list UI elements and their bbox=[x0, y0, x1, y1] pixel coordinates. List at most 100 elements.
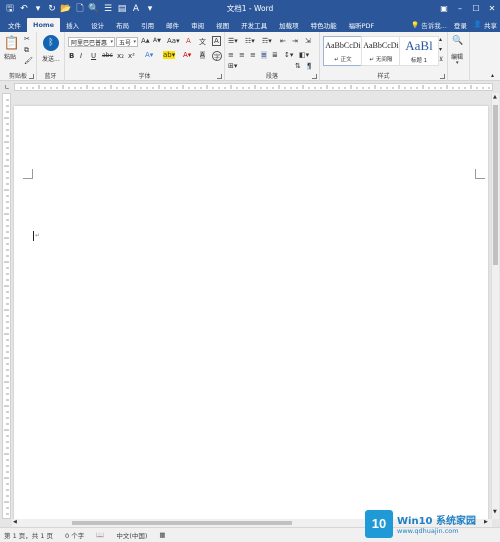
chinese-layout-icon[interactable]: ⇲ bbox=[305, 37, 311, 45]
tab-selector-icon[interactable]: ∟ bbox=[3, 83, 11, 91]
enclose-char-icon[interactable]: 字 bbox=[212, 51, 222, 61]
tab-2[interactable]: 插入 bbox=[60, 18, 85, 32]
phonetic-guide-icon[interactable]: 文 bbox=[199, 37, 206, 47]
paste-icon[interactable]: 📋 bbox=[4, 35, 20, 51]
tab-7[interactable]: 审阅 bbox=[185, 18, 210, 32]
proofing-icon[interactable]: 📖 bbox=[96, 531, 104, 539]
distributed-icon[interactable]: ≣ bbox=[272, 51, 278, 59]
dropdown-icon[interactable]: ▾ bbox=[31, 2, 45, 16]
maximize-icon[interactable]: ☐ bbox=[468, 0, 484, 17]
tab-6[interactable]: 邮件 bbox=[160, 18, 185, 32]
superscript-button[interactable]: x² bbox=[128, 52, 135, 60]
align-center-icon[interactable]: ≡ bbox=[239, 51, 245, 59]
format-icon[interactable]: ▤ bbox=[115, 2, 129, 16]
document-page[interactable]: ↵ bbox=[14, 106, 488, 519]
numbering-icon[interactable]: ☷▾ bbox=[245, 37, 255, 45]
style-item[interactable]: AaBl 标题 1 bbox=[399, 36, 439, 66]
tab-10[interactable]: 加载项 bbox=[273, 18, 305, 32]
font-size-select[interactable]: 五号 ▾ bbox=[116, 37, 138, 47]
tab-11[interactable]: 特色功能 bbox=[305, 18, 343, 32]
highlight-icon[interactable]: ab▾ bbox=[163, 51, 176, 59]
open-icon[interactable]: 📂 bbox=[59, 2, 73, 16]
underline-button[interactable]: U bbox=[91, 52, 96, 60]
scroll-thumb[interactable] bbox=[493, 105, 498, 265]
align-right-icon[interactable]: ≡ bbox=[250, 51, 256, 59]
language-status[interactable]: 中文(中国) bbox=[116, 530, 147, 540]
font-color-icon[interactable]: A bbox=[129, 2, 143, 16]
style-item[interactable]: AaBbCcDi ↵ 正文 bbox=[323, 36, 363, 66]
paragraph-launcher[interactable] bbox=[312, 74, 317, 79]
hscroll-thumb[interactable] bbox=[72, 521, 292, 525]
cut-icon[interactable]: ✂ bbox=[24, 35, 30, 43]
increase-indent-icon[interactable]: ⇥ bbox=[292, 37, 298, 45]
italic-button[interactable]: I bbox=[80, 52, 82, 60]
bluetooth-send-button[interactable]: 发送... bbox=[42, 54, 60, 63]
styles-scroll-up-icon[interactable]: ▴ bbox=[439, 36, 442, 43]
close-icon[interactable]: ✕ bbox=[484, 0, 500, 17]
tab-4[interactable]: 布局 bbox=[110, 18, 135, 32]
bullets-icon[interactable]: ☰▾ bbox=[228, 37, 238, 45]
scroll-up-icon[interactable]: ▲ bbox=[493, 94, 497, 100]
char-border-icon[interactable]: A bbox=[212, 36, 221, 46]
styles-more-icon[interactable]: ⊻ bbox=[439, 56, 443, 63]
collapse-ribbon-icon[interactable]: ▴ bbox=[491, 72, 494, 79]
ruler-strip[interactable] bbox=[14, 83, 493, 91]
ribbon-display-icon[interactable]: ▣ bbox=[436, 0, 452, 17]
new-document-icon[interactable]: 🗋 bbox=[73, 2, 87, 16]
align-left-icon[interactable]: ≡ bbox=[228, 51, 234, 59]
clipboard-launcher[interactable] bbox=[29, 74, 34, 79]
strikethrough-button[interactable]: abc bbox=[102, 52, 113, 59]
text-effects-icon[interactable]: A▾ bbox=[145, 51, 153, 59]
tab-0[interactable]: 文件 bbox=[2, 18, 27, 32]
login-button[interactable]: 登录 bbox=[454, 20, 467, 30]
tab-3[interactable]: 设计 bbox=[85, 18, 110, 32]
font-name-select[interactable]: 阿里巴巴普惠 ▾ bbox=[68, 37, 115, 47]
macro-icon[interactable]: ▦ bbox=[159, 531, 165, 539]
chevron-down-icon: ▾ bbox=[110, 39, 113, 45]
font-color-icon[interactable]: A▾ bbox=[183, 51, 191, 59]
shading-icon[interactable]: ◧▾ bbox=[299, 51, 309, 59]
bluetooth-icon[interactable]: ᛒ bbox=[43, 35, 59, 51]
more-icon[interactable]: ▾ bbox=[143, 2, 157, 16]
tab-8[interactable]: 视图 bbox=[210, 18, 235, 32]
styles-scroll-down-icon[interactable]: ▾ bbox=[439, 46, 442, 53]
share-button[interactable]: 👤 共享 bbox=[474, 20, 497, 30]
tell-me-box[interactable]: 💡 告诉我... bbox=[411, 20, 447, 30]
font-launcher[interactable] bbox=[217, 74, 222, 79]
subscript-button[interactable]: x₂ bbox=[117, 52, 124, 60]
show-marks-icon[interactable]: ¶ bbox=[307, 62, 312, 70]
page-count[interactable]: 第 1 页，共 1 页 bbox=[4, 530, 53, 540]
vertical-scrollbar[interactable]: ▲ ▼ bbox=[491, 93, 499, 519]
tab-5[interactable]: 引用 bbox=[135, 18, 160, 32]
sort-icon[interactable]: ⇅ bbox=[295, 62, 301, 70]
char-shading-icon[interactable]: A bbox=[200, 51, 205, 59]
list-icon[interactable]: ☰ bbox=[101, 2, 115, 16]
redo-icon[interactable]: ↻ bbox=[45, 2, 59, 16]
multilevel-icon[interactable]: ☶▾ bbox=[262, 37, 272, 45]
borders-icon[interactable]: ⊞▾ bbox=[228, 62, 237, 70]
grow-font-icon[interactable]: A ▲ bbox=[141, 37, 150, 45]
change-case-icon[interactable]: Aa▾ bbox=[167, 37, 180, 45]
scroll-left-icon[interactable]: ◀ bbox=[13, 519, 17, 525]
clear-format-icon[interactable]: A bbox=[186, 37, 191, 45]
format-painter-icon[interactable]: 🖌 bbox=[24, 57, 33, 65]
tab-1[interactable]: Home bbox=[27, 18, 61, 32]
bold-button[interactable]: B bbox=[69, 52, 74, 60]
word-count[interactable]: 0 个字 bbox=[65, 530, 84, 540]
undo-icon[interactable]: ↶ bbox=[17, 2, 31, 16]
paste-button[interactable]: 粘贴 bbox=[4, 52, 16, 61]
shrink-font-icon[interactable]: A ▼ bbox=[153, 37, 161, 44]
decrease-indent-icon[interactable]: ⇤ bbox=[280, 37, 286, 45]
tab-9[interactable]: 开发工具 bbox=[235, 18, 273, 32]
copy-icon[interactable]: ⧉ bbox=[24, 46, 29, 55]
style-item[interactable]: AaBbCcDi ↵ 无间隔 bbox=[361, 36, 401, 66]
vertical-ruler[interactable] bbox=[2, 93, 11, 519]
tab-12[interactable]: 福昕PDF bbox=[343, 18, 381, 32]
justify-icon[interactable]: ≡ bbox=[261, 51, 267, 59]
save-icon[interactable]: 🖫 bbox=[3, 2, 17, 16]
minimize-icon[interactable]: – bbox=[452, 0, 468, 17]
print-preview-icon[interactable]: 🔍 bbox=[87, 2, 101, 16]
find-icon[interactable]: 🔍 bbox=[452, 36, 463, 46]
styles-launcher[interactable] bbox=[440, 74, 445, 79]
line-spacing-icon[interactable]: ↕▾ bbox=[284, 51, 293, 59]
